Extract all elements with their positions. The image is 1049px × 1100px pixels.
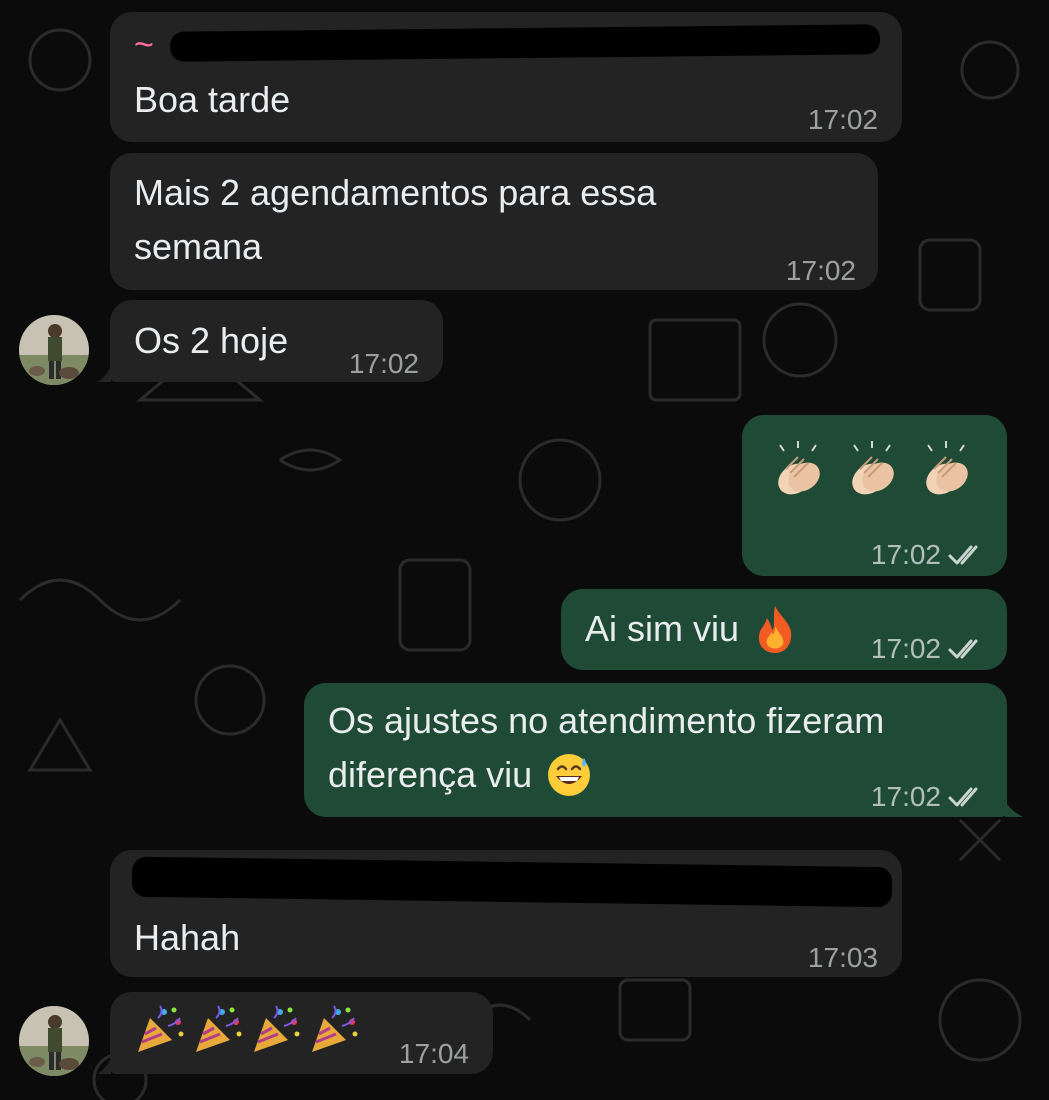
message-text-row: Ai sim viu	[585, 603, 797, 655]
message-time: 17:02	[348, 348, 419, 379]
message-text-line-1: Os ajustes no atendimento fizeram	[328, 700, 885, 741]
message-time: 17:02	[871, 771, 987, 823]
party-popper-emoji	[138, 1005, 184, 1052]
message-bubble-incoming[interactable]: Hahah 17:03	[110, 850, 902, 977]
bubble-tail	[1005, 801, 1023, 817]
avatar-image	[19, 1006, 89, 1076]
redacted-sender-name	[169, 24, 881, 62]
read-receipt-icon	[948, 545, 978, 565]
grinning-sweat-emoji	[548, 754, 591, 796]
message-bubble-outgoing[interactable]: Ai sim viu 17:02	[561, 589, 1007, 670]
message-text-line-2: semana	[134, 226, 263, 267]
message-bubble-outgoing[interactable]: Os ajustes no atendimento fizeram difere…	[304, 683, 1007, 817]
party-popper-emoji-group	[134, 1004, 360, 1056]
clapping-hands-emoji	[926, 441, 968, 495]
message-time: 17:02	[871, 623, 987, 675]
message-time: 17:03	[807, 942, 878, 973]
contact-avatar[interactable]	[19, 1006, 89, 1076]
message-text-line-1: Mais 2 agendamentos para essa	[134, 172, 657, 213]
read-receipt-icon	[948, 639, 978, 659]
avatar-image	[19, 315, 89, 385]
message-time: 17:02	[807, 104, 878, 135]
message-time: 17:02	[871, 529, 987, 581]
bubble-tail	[97, 1058, 111, 1074]
message-text-line-2: diferença viu	[328, 754, 533, 795]
message-text: Hahah	[134, 917, 241, 958]
message-text-row-2: diferença viu	[328, 749, 592, 801]
sender-name[interactable]: ~	[134, 28, 154, 62]
clapping-hands-emoji	[778, 441, 820, 495]
read-receipt-icon	[948, 787, 978, 807]
party-popper-emoji	[196, 1005, 242, 1052]
redacted-sender-name	[131, 856, 893, 908]
clapping-hands-emoji	[852, 441, 894, 495]
party-popper-emoji	[254, 1005, 300, 1052]
bubble-tail	[97, 366, 111, 382]
party-popper-emoji	[312, 1005, 358, 1052]
message-bubble-incoming[interactable]: Mais 2 agendamentos para essa semana 17:…	[110, 153, 878, 290]
message-bubble-incoming[interactable]: Os 2 hoje 17:02	[110, 300, 443, 382]
message-text: Os 2 hoje	[134, 320, 289, 361]
message-bubble-incoming[interactable]: ~ Boa tarde 17:02	[110, 12, 902, 142]
message-time: 17:02	[785, 255, 856, 286]
message-time: 17:04	[398, 1038, 469, 1069]
fire-emoji	[758, 606, 792, 653]
message-bubble-incoming[interactable]: 17:04	[110, 992, 493, 1074]
clapping-hands-emoji-group	[768, 439, 978, 501]
message-text: Boa tarde	[134, 79, 291, 120]
contact-avatar[interactable]	[19, 315, 89, 385]
message-bubble-outgoing[interactable]: 17:02	[742, 415, 1007, 576]
message-text: Ai sim viu	[585, 608, 740, 649]
